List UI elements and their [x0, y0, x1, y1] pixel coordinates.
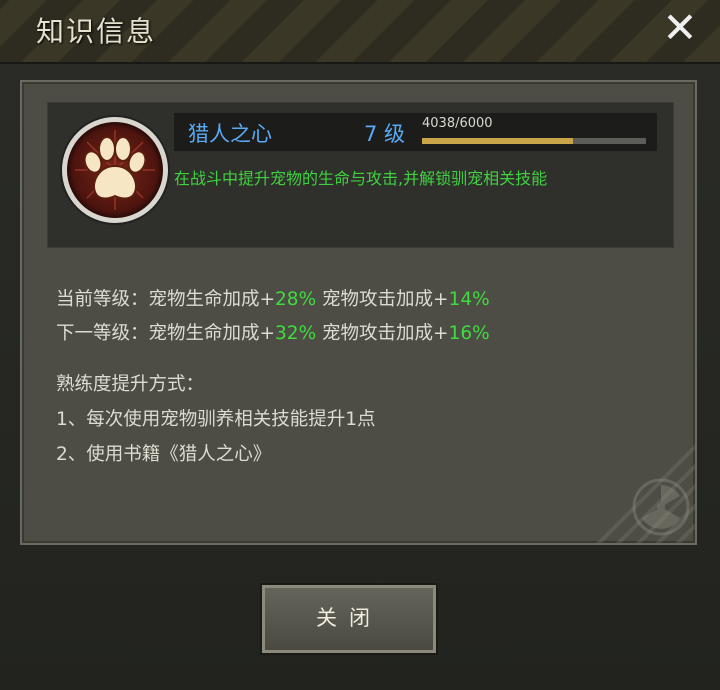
current-atk-value: 14%	[448, 289, 490, 310]
current-hp-label: 宠物生命加成+	[148, 289, 276, 310]
current-level-label: 当前等级：	[56, 289, 149, 310]
current-atk-label: 宠物攻击加成+	[322, 289, 449, 310]
close-button[interactable]: 关闭	[260, 583, 438, 655]
current-level-line: 当前等级：宠物生命加成+28% 宠物攻击加成+14%	[56, 285, 490, 311]
next-atk-label: 宠物攻击加成+	[322, 323, 449, 344]
next-level-line: 下一等级：宠物生命加成+32% 宠物攻击加成+16%	[56, 319, 490, 345]
progress-fill	[422, 138, 573, 144]
radiation-icon	[632, 478, 690, 536]
skill-name-bar: 猎人之心 7 级 4038/6000	[174, 113, 657, 151]
current-hp-value: 28%	[275, 289, 317, 310]
skill-description: 在战斗中提升宠物的生命与攻击,并解锁驯宠相关技能	[174, 169, 548, 188]
method-item: 2、使用书籍《猎人之心》	[56, 444, 272, 465]
paw-icon	[75, 130, 155, 210]
next-hp-value: 32%	[275, 323, 317, 344]
method-item: 1、每次使用宠物驯养相关技能提升1点	[56, 409, 376, 430]
progress-bar	[422, 138, 646, 144]
skill-emblem	[62, 117, 168, 223]
skill-name: 猎人之心	[188, 122, 272, 146]
skill-card: 猎人之心 7 级 4038/6000 在战斗中提升宠物的生命与攻击,并解锁驯宠相…	[47, 102, 674, 248]
next-level-label: 下一等级：	[56, 323, 149, 344]
next-atk-value: 16%	[448, 323, 490, 344]
skill-level: 7 级	[364, 122, 406, 146]
methods-heading: 熟练度提升方式：	[56, 374, 205, 395]
close-icon[interactable]: ✕	[658, 6, 702, 50]
content-panel: 猎人之心 7 级 4038/6000 在战斗中提升宠物的生命与攻击,并解锁驯宠相…	[20, 80, 697, 545]
knowledge-dialog: 知识信息 ✕ 猎人之心 7 级 4038/6000 在战斗中提升宠物的生命与攻击…	[0, 0, 720, 690]
title-bar: 知识信息 ✕	[0, 0, 720, 64]
progress-text: 4038/6000	[422, 116, 493, 131]
next-hp-label: 宠物生命加成+	[148, 323, 276, 344]
dialog-title: 知识信息	[36, 15, 157, 48]
